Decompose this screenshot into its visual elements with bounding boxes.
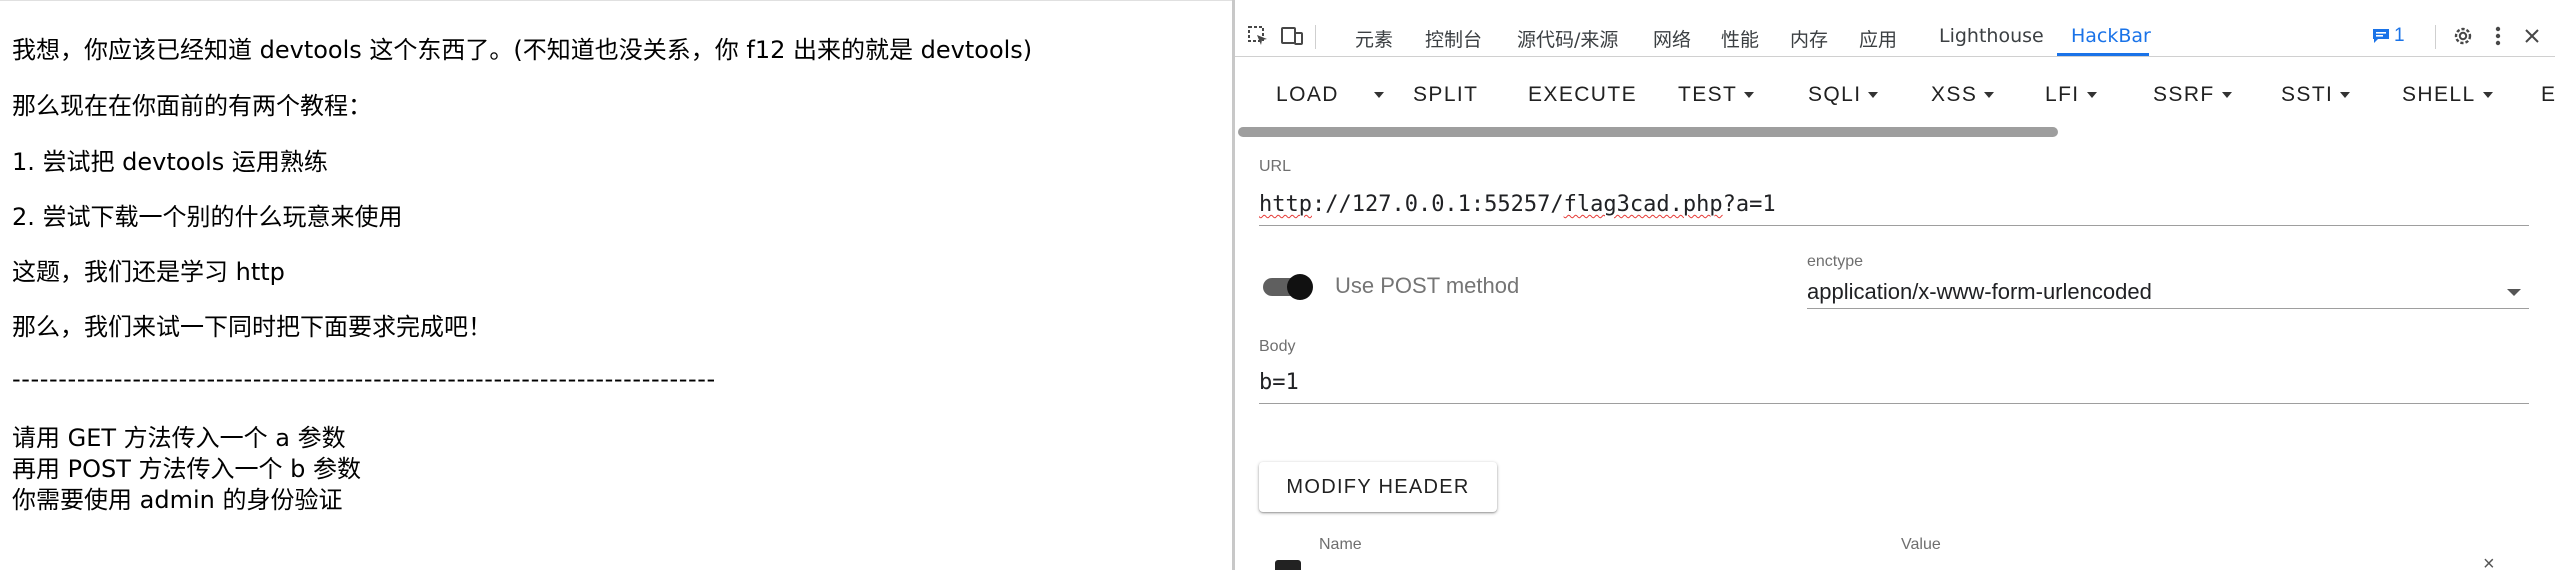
more-vert-icon[interactable]: [2485, 23, 2511, 49]
issues-badge[interactable]: 1: [2372, 25, 2405, 47]
tab-separator: [2435, 25, 2436, 49]
ssti-label: SSTI: [2281, 83, 2334, 106]
tab-hackbar[interactable]: HackBar: [2071, 25, 2151, 47]
tab-console[interactable]: 控制台: [1425, 25, 1482, 52]
requirement-admin: 你需要使用 admin 的身份验证: [12, 486, 343, 514]
tab-performance[interactable]: 性能: [1721, 25, 1759, 52]
post-method-label: Use POST method: [1335, 273, 1520, 298]
devtools-panel: 元素 控制台 源代码/来源 网络 性能 内存 应用 Lighthouse Hac…: [1235, 0, 2555, 570]
hackbar-toolbar: LOAD SPLIT EXECUTE TEST SQLI XSS LFI SSR…: [1235, 57, 2555, 135]
lfi-menu-button[interactable]: LFI: [2045, 83, 2097, 107]
xss-label: XSS: [1931, 83, 1978, 106]
remove-header-icon[interactable]: ×: [2483, 553, 2495, 570]
load-options-button[interactable]: [1367, 83, 1384, 107]
close-icon[interactable]: [2519, 23, 2545, 49]
enctype-value: application/x-www-form-urlencoded: [1807, 279, 2152, 304]
tab-lighthouse[interactable]: Lighthouse: [1939, 25, 2044, 47]
tutorial-heading: 那么现在在你面前的有两个教程：: [12, 92, 372, 120]
sqli-label: SQLI: [1808, 83, 1862, 106]
url-path: flag3cad.php: [1563, 192, 1723, 217]
chevron-down-icon: [2086, 92, 2097, 99]
shell-menu-button[interactable]: SHELL: [2402, 83, 2493, 107]
url-value: http://127.0.0.1:55257/flag3cad.php?a=1: [1259, 192, 1776, 217]
tutorial-item-1: 1. 尝试把 devtools 运用熟练: [12, 148, 328, 176]
challenge-line: 那么，我们来试一下同时把下面要求完成吧！: [12, 313, 492, 341]
inspect-element-icon[interactable]: [1245, 23, 1271, 49]
body-label: Body: [1259, 338, 1296, 355]
active-tab-indicator: [2057, 53, 2149, 56]
header-enabled-checkbox[interactable]: [1275, 560, 1301, 570]
encoding-menu-button[interactable]: E: [2541, 83, 2555, 107]
url-input[interactable]: http://127.0.0.1:55257/flag3cad.php?a=1: [1259, 190, 2529, 226]
ssrf-label: SSRF: [2153, 83, 2215, 106]
devtools-tabbar: 元素 控制台 源代码/来源 网络 性能 内存 应用 Lighthouse Hac…: [1235, 17, 2555, 57]
tab-memory[interactable]: 内存: [1790, 25, 1828, 52]
body-input[interactable]: b=1: [1259, 364, 2529, 404]
ssrf-menu-button[interactable]: SSRF: [2153, 83, 2232, 107]
url-scheme: http: [1259, 192, 1312, 217]
shell-label: SHELL: [2402, 83, 2476, 106]
lfi-label: LFI: [2045, 83, 2080, 106]
header-value-label: Value: [1901, 536, 1941, 553]
load-button[interactable]: LOAD: [1276, 83, 1339, 107]
chevron-down-icon: [2221, 92, 2232, 99]
device-toolbar-icon[interactable]: [1279, 23, 1305, 49]
chevron-down-icon: [1984, 92, 1995, 99]
execute-button[interactable]: EXECUTE: [1528, 83, 1637, 107]
header-name-label: Name: [1319, 536, 1362, 553]
dropdown-arrow-icon: [2507, 289, 2521, 296]
post-method-toggle[interactable]: [1263, 274, 1317, 300]
xss-menu-button[interactable]: XSS: [1931, 83, 1995, 107]
requirement-get: 请用 GET 方法传入一个 a 参数: [12, 424, 346, 452]
chevron-down-icon: [2340, 92, 2351, 99]
page-content: 我想，你应该已经知道 devtools 这个东西了。(不知道也没关系，你 f12…: [0, 0, 1232, 570]
requirement-post: 再用 POST 方法传入一个 b 参数: [12, 455, 362, 483]
chevron-down-icon: [1868, 92, 1879, 99]
chevron-down-icon: [2482, 92, 2493, 99]
settings-gear-icon[interactable]: [2450, 23, 2476, 49]
enctype-select[interactable]: application/x-www-form-urlencoded: [1807, 273, 2529, 309]
chevron-down-icon: [1744, 92, 1755, 99]
test-label: TEST: [1678, 83, 1738, 106]
toggle-thumb: [1287, 274, 1313, 300]
topic-line: 这题，我们还是学习 http: [12, 258, 285, 286]
url-query: ?a=1: [1722, 192, 1776, 217]
issues-icon: [2373, 29, 2389, 43]
tab-sources[interactable]: 源代码/来源: [1517, 25, 1618, 52]
tab-application[interactable]: 应用: [1859, 25, 1897, 52]
split-button[interactable]: SPLIT: [1413, 83, 1478, 107]
chevron-down-icon: [1374, 92, 1384, 99]
body-value: b=1: [1259, 370, 1299, 395]
enctype-label: enctype: [1807, 253, 1864, 270]
toolbar-scrollbar[interactable]: [1238, 127, 2058, 137]
tab-elements[interactable]: 元素: [1355, 25, 1393, 52]
sqli-menu-button[interactable]: SQLI: [1808, 83, 1879, 107]
url-label: URL: [1259, 158, 1292, 175]
ssti-menu-button[interactable]: SSTI: [2281, 83, 2351, 107]
url-host: ://127.0.0.1:55257/: [1311, 192, 1564, 217]
tab-separator: [1315, 25, 1316, 49]
modify-header-button[interactable]: MODIFY HEADER: [1259, 462, 1497, 512]
intro-line: 我想，你应该已经知道 devtools 这个东西了。(不知道也没关系，你 f12…: [12, 36, 1033, 64]
tab-network[interactable]: 网络: [1653, 25, 1691, 52]
separator: ----------------------------------------…: [12, 365, 716, 393]
tutorial-item-2: 2. 尝试下载一个别的什么玩意来使用: [12, 203, 403, 231]
issues-count: 1: [2394, 25, 2405, 46]
test-menu-button[interactable]: TEST: [1678, 83, 1755, 107]
